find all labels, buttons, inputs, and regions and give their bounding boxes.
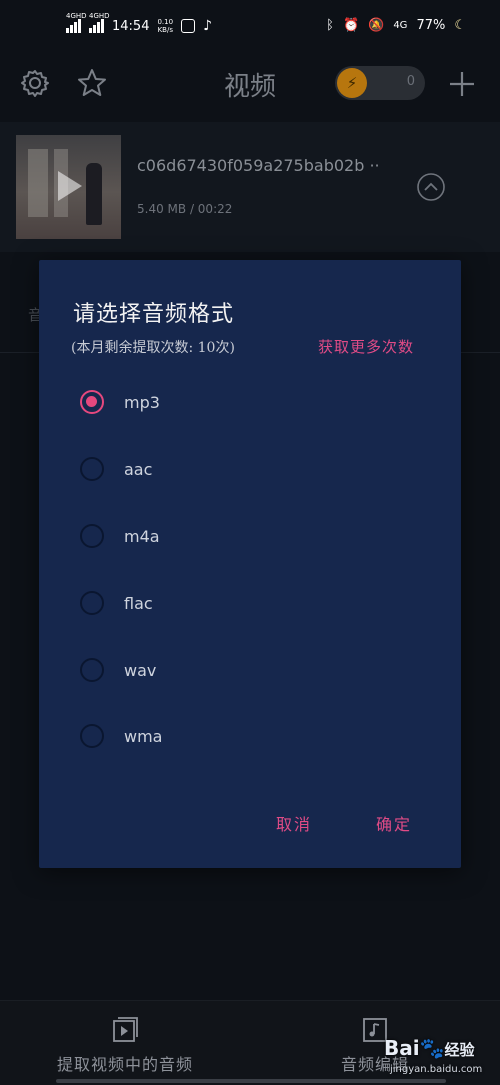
radio-icon[interactable] [80, 457, 104, 481]
network-speed: 0.10 KB/s [157, 18, 174, 34]
get-more-link[interactable]: 获取更多次数 [318, 336, 414, 357]
mute-icon: 🔕 [368, 18, 385, 33]
radio-icon[interactable] [80, 591, 104, 615]
app-bar: 视频 ⚡ 0 [0, 54, 500, 114]
battery-level: 77% [416, 18, 446, 33]
remaining-count-text: (本月剩余提取次数: 10次) [71, 340, 235, 356]
lightning-toggle[interactable]: ⚡ 0 [335, 66, 425, 100]
option-flac[interactable]: flac [39, 575, 461, 631]
video-name: c06d67430f059a275bab02b ·· [137, 156, 380, 175]
video-thumbnail[interactable] [16, 135, 121, 239]
option-m4a[interactable]: m4a [39, 508, 461, 564]
page-title: 视频 [223, 72, 276, 102]
gesture-bar [56, 1079, 446, 1083]
confirm-button[interactable]: 确定 [376, 811, 412, 835]
paw-icon: 🐾 [419, 1036, 445, 1060]
chevron-up-icon[interactable] [416, 172, 446, 206]
video-size: 5.40 MB [137, 202, 187, 216]
lightning-icon: ⚡ [337, 68, 367, 98]
status-time: 14:54 [112, 18, 150, 34]
radio-selected-icon[interactable] [80, 390, 104, 414]
video-play-icon [111, 1016, 139, 1048]
option-mp3[interactable]: mp3 [39, 374, 461, 430]
option-wav[interactable]: wav [39, 642, 461, 698]
audio-format-dialog: 请选择音频格式 (本月剩余提取次数: 10次) 获取更多次数 mp3 aac m… [39, 260, 461, 868]
cancel-button[interactable]: 取消 [276, 811, 312, 835]
radio-icon[interactable] [80, 724, 104, 748]
dialog-title: 请选择音频格式 [73, 302, 235, 327]
bluetooth-icon: ᛒ [326, 18, 334, 33]
tiktok-icon: ♪ [203, 18, 212, 34]
alarm-icon: ⏰ [342, 18, 360, 33]
status-bar: 4GHD 4GHD 14:54 0.10 KB/s ♪ ᛒ ⏰ 🔕 4G 77% … [0, 0, 500, 54]
wifi-icon: 4G [393, 20, 408, 31]
radio-icon[interactable] [80, 658, 104, 682]
video-list-item[interactable]: c06d67430f059a275bab02b ·· 5.40 MB / 00:… [0, 122, 500, 252]
nav-extract-audio[interactable]: 提取视频中的音频 [0, 1001, 250, 1085]
signal-2-icon: 4GHD [89, 12, 110, 33]
option-wma[interactable]: wma [39, 708, 461, 764]
video-meta: 5.40 MB / 00:22 [137, 202, 233, 216]
option-aac[interactable]: aac [39, 441, 461, 497]
moon-icon: ☾ [454, 18, 466, 33]
play-icon [58, 171, 82, 201]
signal-1-icon: 4GHD [66, 12, 87, 33]
toggle-counter: 0 [406, 74, 415, 89]
baidu-watermark: Bai🐾经验 jingyan.baidu.com [384, 1036, 483, 1075]
video-duration: 00:22 [197, 202, 233, 216]
app-notification-icon [181, 19, 196, 33]
radio-icon[interactable] [80, 524, 104, 548]
add-icon[interactable] [448, 70, 476, 102]
